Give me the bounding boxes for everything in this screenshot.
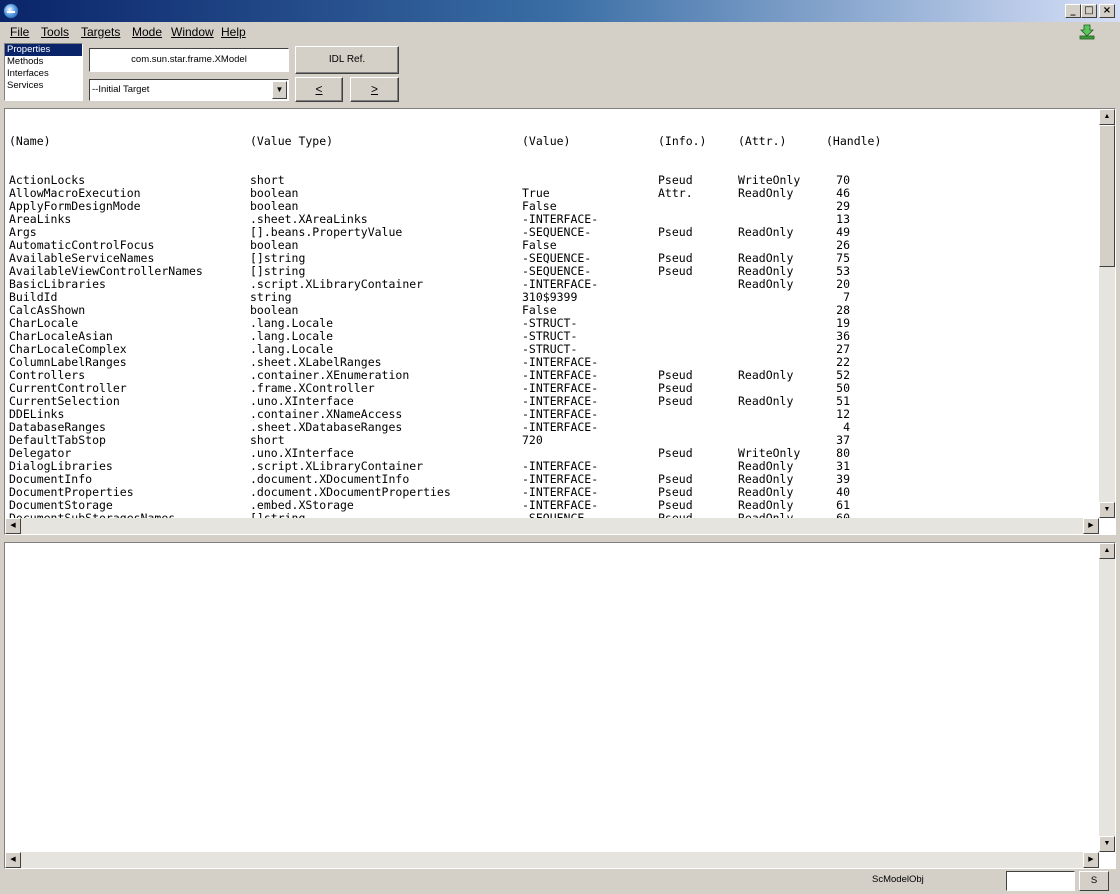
- detail-panel[interactable]: ▲ ▼ ◀ ▶: [4, 542, 1116, 869]
- cell-info: Pseud: [658, 394, 693, 408]
- table-header: (Name) (Value Type) (Value) (Info.) (Att…: [5, 135, 1099, 148]
- scroll-up-icon[interactable]: ▲: [1099, 543, 1115, 559]
- menu-file[interactable]: File: [10, 25, 29, 39]
- prev-button-label: <: [315, 82, 323, 96]
- cell-info: Pseud: [658, 225, 693, 239]
- scroll-thumb[interactable]: [1099, 125, 1115, 267]
- section-item-properties[interactable]: Properties: [5, 44, 82, 56]
- menu-mode[interactable]: Mode: [132, 25, 162, 39]
- download-icon[interactable]: [1078, 24, 1096, 40]
- column-header-attr[interactable]: (Attr.): [738, 135, 786, 148]
- table-body: ActionLocks short Pseud WriteOnly 70 AllowMac…: [5, 174, 1099, 519]
- idl-ref-button[interactable]: IDL Ref.: [295, 46, 399, 74]
- cell-attr: ReadOnly: [738, 368, 794, 382]
- scroll-right-icon[interactable]: ▶: [1083, 518, 1099, 534]
- scroll-down-icon[interactable]: ▼: [1099, 836, 1115, 852]
- app-icon[interactable]: [3, 3, 19, 19]
- target-select-value: --Initial Target: [92, 84, 150, 95]
- status-bar: ScModelObj S: [0, 869, 1120, 894]
- scroll-down-icon[interactable]: ▼: [1099, 502, 1115, 518]
- app-window: _ □ × File Tools Targets Mode Window Hel…: [0, 0, 1120, 894]
- next-button-label: >: [370, 82, 378, 96]
- scroll-left-icon[interactable]: ◀: [5, 852, 21, 868]
- table-row[interactable]: DatabaseRanges .sheet.XDatabaseRanges -INT…: [5, 421, 1099, 434]
- table-row[interactable]: DefaultTabStop short 720 37: [5, 434, 1099, 447]
- close-button[interactable]: ×: [1099, 4, 1115, 18]
- section-list[interactable]: Properties Methods Interfaces Services: [4, 43, 83, 101]
- status-button[interactable]: S: [1079, 871, 1109, 891]
- scroll-left-icon[interactable]: ◀: [5, 518, 21, 534]
- target-select[interactable]: --Initial Target ▼: [89, 79, 289, 101]
- cell-attr: ReadOnly: [738, 277, 794, 291]
- prev-button[interactable]: <: [295, 77, 343, 102]
- table-horizontal-scrollbar[interactable]: ◀ ▶: [5, 518, 1099, 534]
- maximize-button[interactable]: □: [1081, 4, 1097, 18]
- status-field[interactable]: [1006, 871, 1075, 891]
- properties-panel: (Name) (Value Type) (Value) (Info.) (Att…: [4, 108, 1116, 535]
- cell-attr: ReadOnly: [738, 225, 794, 239]
- column-header-handle[interactable]: (Handle): [826, 135, 881, 148]
- title-bar[interactable]: _ □ ×: [0, 0, 1120, 22]
- menu-help[interactable]: Help: [221, 25, 246, 39]
- detail-horizontal-scrollbar[interactable]: ◀ ▶: [5, 852, 1099, 868]
- cell-info: Pseud: [658, 264, 693, 278]
- menu-bar: File Tools Targets Mode Window Help: [0, 22, 1120, 42]
- cell-info: Attr.: [658, 186, 693, 200]
- section-item-methods[interactable]: Methods: [5, 56, 82, 68]
- menu-targets[interactable]: Targets: [81, 25, 120, 39]
- minimize-icon: _: [1070, 5, 1076, 16]
- column-header-value[interactable]: (Value): [522, 135, 570, 148]
- scroll-right-icon[interactable]: ▶: [1083, 852, 1099, 868]
- section-item-services[interactable]: Services: [5, 80, 82, 92]
- section-item-interfaces[interactable]: Interfaces: [5, 68, 82, 80]
- menu-tools[interactable]: Tools: [41, 25, 69, 39]
- minimize-button[interactable]: _: [1065, 4, 1081, 18]
- properties-table[interactable]: (Name) (Value Type) (Value) (Info.) (Att…: [5, 109, 1099, 519]
- cell-attr: ReadOnly: [738, 186, 794, 200]
- cell-attr: ReadOnly: [738, 394, 794, 408]
- chevron-down-icon[interactable]: ▼: [272, 81, 287, 99]
- table-row[interactable]: ActionLocks short Pseud WriteOnly 70: [5, 174, 1099, 187]
- column-header-info[interactable]: (Info.): [658, 135, 706, 148]
- type-name-field[interactable]: com.sun.star.frame.XModel: [89, 48, 289, 72]
- scroll-up-icon[interactable]: ▲: [1099, 109, 1115, 125]
- cell-info: Pseud: [658, 446, 693, 460]
- cell-value: 720: [522, 433, 543, 447]
- detail-vertical-scrollbar[interactable]: ▲ ▼: [1099, 543, 1115, 852]
- column-header-name[interactable]: (Name): [9, 135, 51, 148]
- column-header-value-type[interactable]: (Value Type): [250, 135, 333, 148]
- maximize-icon: □: [1084, 5, 1094, 16]
- next-button[interactable]: >: [350, 77, 399, 102]
- table-vertical-scrollbar[interactable]: ▲ ▼: [1099, 109, 1115, 518]
- close-icon: ×: [1102, 5, 1112, 16]
- status-text: ScModelObj: [872, 874, 924, 885]
- menu-window[interactable]: Window: [171, 25, 214, 39]
